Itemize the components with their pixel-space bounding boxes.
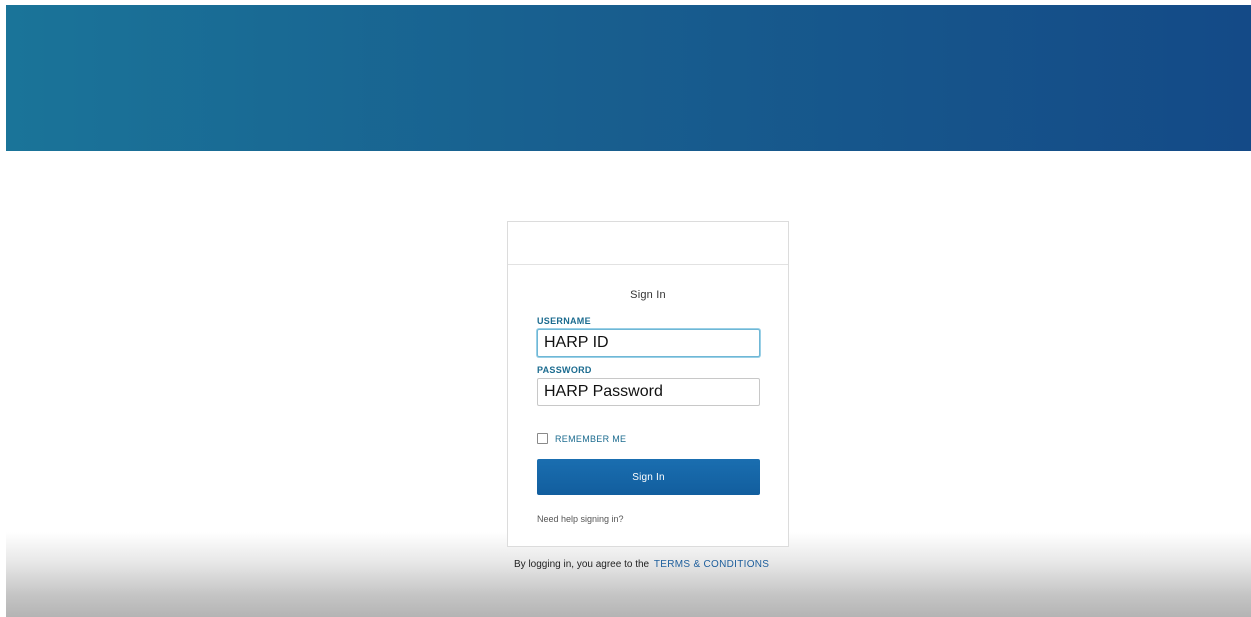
hero-banner xyxy=(6,5,1251,151)
remember-me-checkbox[interactable] xyxy=(537,433,548,444)
terms-agreement: By logging in, you agree to the TERMS & … xyxy=(514,559,784,570)
help-signing-in-link[interactable]: Need help signing in? xyxy=(537,514,759,524)
signin-button[interactable]: Sign In xyxy=(537,459,760,495)
remember-me-row[interactable]: REMEMBER ME xyxy=(537,432,759,445)
login-page: Sign In USERNAME PASSWORD REMEMBER ME Si… xyxy=(0,0,1251,617)
card-header xyxy=(508,222,788,265)
left-edge xyxy=(0,5,6,617)
terms-conditions-link[interactable]: TERMS & CONDITIONS xyxy=(654,559,769,570)
remember-me-label[interactable]: REMEMBER ME xyxy=(555,434,626,444)
password-input[interactable] xyxy=(537,378,760,406)
password-label: PASSWORD xyxy=(537,365,592,375)
signin-form: USERNAME PASSWORD REMEMBER ME Sign In Ne… xyxy=(508,316,788,524)
username-input[interactable] xyxy=(537,329,760,357)
signin-title: Sign In xyxy=(630,289,666,301)
username-label: USERNAME xyxy=(537,316,591,326)
terms-agreement-text: By logging in, you agree to the xyxy=(514,559,650,570)
login-card: Sign In USERNAME PASSWORD REMEMBER ME Si… xyxy=(507,221,789,547)
